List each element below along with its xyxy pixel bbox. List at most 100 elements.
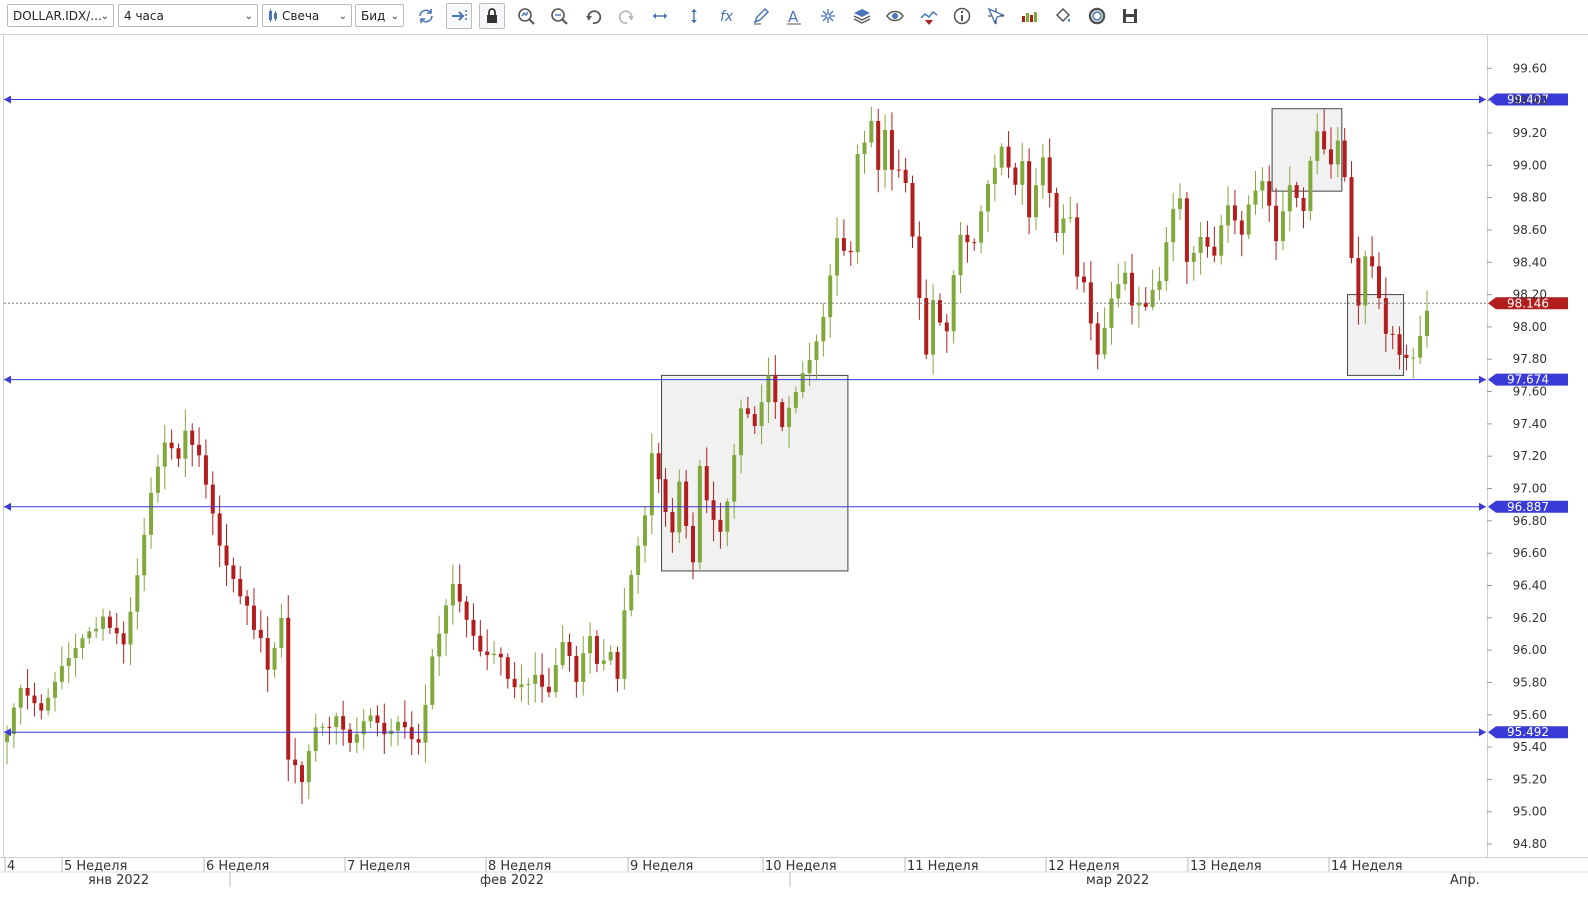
candle [450, 564, 455, 625]
candle [293, 738, 298, 784]
candle [1130, 253, 1135, 325]
candle [917, 221, 922, 320]
candle [203, 439, 208, 499]
rectangle-drawing[interactable] [1347, 294, 1405, 376]
candle [1239, 210, 1244, 257]
candle [814, 334, 819, 380]
rectangle-drawing[interactable] [661, 374, 849, 572]
candle [629, 570, 634, 617]
candle [622, 588, 627, 690]
y-tick-label: 98.20 [1513, 288, 1547, 302]
candle [114, 612, 119, 645]
y-tick-label: 97.60 [1513, 385, 1547, 399]
candle [1226, 186, 1231, 244]
candle [985, 180, 990, 232]
candle [444, 599, 449, 656]
candle [1164, 227, 1169, 291]
candle [656, 442, 661, 494]
candle [601, 638, 606, 671]
y-tick-label: 94.80 [1513, 837, 1547, 851]
candle [944, 314, 949, 353]
candle [965, 225, 970, 263]
candle [828, 264, 833, 338]
candle [588, 622, 593, 674]
y-tick-label: 95.00 [1513, 805, 1547, 819]
candle [457, 564, 462, 613]
candle [80, 634, 85, 660]
candle [1020, 142, 1025, 205]
candle [1040, 144, 1045, 199]
candle [1205, 220, 1210, 258]
candle [608, 645, 613, 666]
candle [1253, 170, 1258, 215]
candle [642, 506, 647, 563]
horizontal-line[interactable]: 95.492 [4, 725, 1568, 739]
candle [567, 633, 572, 672]
candle [313, 714, 318, 762]
candle [512, 662, 517, 699]
candle [107, 610, 112, 634]
candle [1191, 245, 1196, 281]
candle [183, 409, 188, 478]
candle [1301, 187, 1306, 229]
candle [1013, 162, 1018, 196]
horizontal-line[interactable]: 99.407 [4, 93, 1568, 107]
candle [574, 645, 579, 698]
candle [224, 524, 229, 586]
candle [636, 536, 641, 594]
candle [581, 636, 586, 696]
candle [869, 106, 874, 148]
candle [999, 143, 1004, 175]
candle [258, 610, 263, 653]
candle [979, 205, 984, 254]
candle [780, 398, 785, 432]
candle [896, 149, 901, 178]
candle [1219, 215, 1224, 265]
candle [46, 688, 51, 716]
candle [697, 460, 702, 570]
candle [341, 700, 346, 746]
candle [437, 615, 442, 677]
candle [217, 495, 222, 568]
candle [1232, 189, 1237, 235]
y-tick-label: 96.40 [1513, 578, 1547, 592]
y-tick-label: 95.60 [1513, 708, 1547, 722]
candle [553, 647, 558, 698]
candle [1404, 344, 1409, 371]
candle [903, 157, 908, 193]
y-tick-label: 99.60 [1513, 61, 1547, 75]
candle [1178, 183, 1183, 221]
y-tick-label: 96.80 [1513, 514, 1547, 528]
candle [101, 608, 106, 641]
candle [972, 238, 977, 251]
y-tick-label: 97.00 [1513, 482, 1547, 496]
candle [1198, 222, 1203, 275]
candle [162, 424, 167, 490]
candle [396, 715, 401, 746]
y-tick-label: 95.20 [1513, 772, 1547, 786]
candlestick-chart[interactable]: 99.40797.67496.88795.492 98.146 99.6099.… [0, 0, 1588, 899]
candle [498, 647, 503, 676]
candle [39, 694, 44, 720]
candle [1246, 195, 1251, 240]
candle [18, 684, 23, 725]
candle [1274, 188, 1279, 261]
candle [368, 707, 373, 729]
candle [505, 653, 510, 689]
candle [409, 711, 414, 755]
candle [1095, 311, 1100, 370]
candle [354, 717, 359, 753]
candle [1054, 187, 1059, 242]
y-tick-label: 97.80 [1513, 352, 1547, 366]
candle [526, 678, 531, 706]
candle [299, 761, 304, 805]
candle [1136, 286, 1141, 328]
candle [594, 630, 599, 673]
candle [1411, 347, 1416, 379]
candle [876, 108, 881, 193]
candle [1425, 290, 1429, 348]
candle [821, 303, 826, 357]
candle [1370, 236, 1375, 279]
candle [1109, 282, 1114, 345]
y-tick-label: 95.80 [1513, 675, 1547, 689]
